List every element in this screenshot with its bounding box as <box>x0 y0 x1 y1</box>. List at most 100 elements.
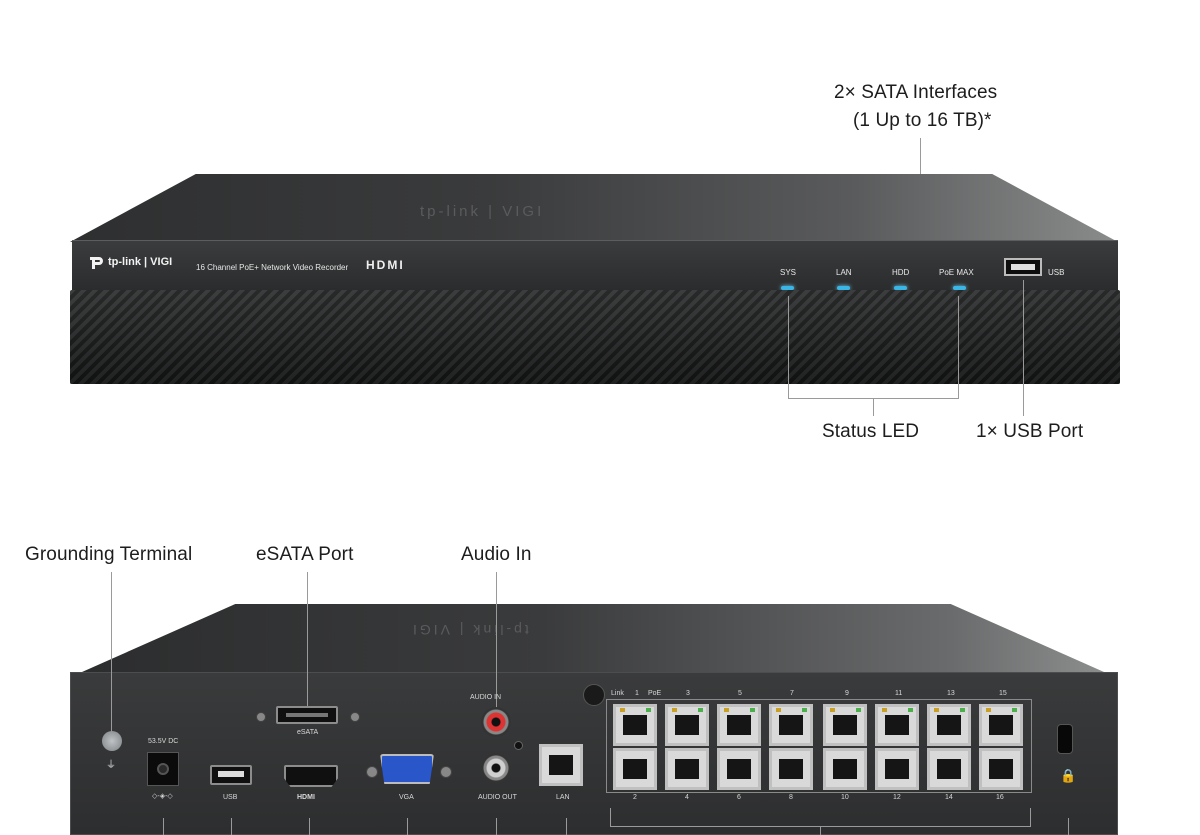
port-led-link-9 <box>830 708 835 712</box>
power-label: 53.5V DC <box>148 738 179 745</box>
audio-in-callout: Audio In <box>461 544 532 565</box>
esata-label: eSATA <box>297 729 319 736</box>
status-led-bracket-right <box>958 296 959 398</box>
port-led-poe-13 <box>960 708 965 712</box>
port-led-poe-7 <box>802 708 807 712</box>
status-led-callout: Status LED <box>822 421 920 442</box>
port-header-11: 11 <box>895 690 903 697</box>
port-led-link-13 <box>934 708 939 712</box>
lock-icon: 🔒 <box>1060 768 1077 783</box>
front-model-text: 16 Channel PoE+ Network Video Recorder <box>196 263 349 272</box>
audio-led <box>514 741 523 750</box>
front-hdmi-logo: HDMI <box>366 258 405 272</box>
rear-hdmi-port[interactable] <box>284 765 338 787</box>
usb-port-callout: 1× USB Port <box>976 421 1084 442</box>
port-led-poe-15 <box>1012 708 1017 712</box>
front-top-cover <box>70 174 1118 242</box>
grounding-leader <box>111 572 112 732</box>
power-dc-jack[interactable] <box>147 752 179 786</box>
grounding-screw-icon[interactable] <box>102 731 122 751</box>
port-led-poe-5 <box>750 708 755 712</box>
rear-top-logo: tp-link | VIGI <box>410 622 529 638</box>
lan-leader <box>566 818 567 835</box>
audio-out-label: AUDIO OUT <box>478 794 517 801</box>
led-label-hdd: HDD <box>892 268 910 277</box>
poe-bracket-left <box>610 808 611 826</box>
port-header-9: 9 <box>845 690 849 697</box>
rear-lan-port[interactable] <box>539 744 583 786</box>
ground-symbol-icon: ⏚ <box>106 760 116 771</box>
lock-leader <box>1068 818 1069 835</box>
port-header-3: 3 <box>686 690 690 697</box>
port-footer-10: 10 <box>841 794 849 801</box>
audio-in-jack[interactable] <box>481 707 511 737</box>
poe-bracket-right <box>1030 808 1031 826</box>
vga-screw-left <box>366 766 378 778</box>
rear-usb-port[interactable] <box>210 765 252 785</box>
sata-callout-line1: 2× SATA Interfaces <box>834 82 998 103</box>
port-block-screw <box>583 684 605 706</box>
led-label-poe-max: PoE MAX <box>939 268 974 277</box>
front-usb-label: USB <box>1048 268 1065 277</box>
rear-usb-label: USB <box>223 794 238 801</box>
front-grille-shade <box>70 290 1120 384</box>
audio-in-label: AUDIO IN <box>470 694 502 701</box>
sata-callout-line2: (1 Up to 16 TB)* <box>853 110 992 131</box>
poe-port-2[interactable] <box>613 748 657 790</box>
front-usb-port[interactable] <box>1004 258 1042 276</box>
esata-screw-right <box>350 712 360 722</box>
audio-out-leader <box>496 818 497 835</box>
poe-port-6[interactable] <box>717 748 761 790</box>
polarity-icon: ◇-◈-◇ <box>152 793 173 800</box>
port-footer-6: 6 <box>737 794 741 801</box>
led-label-lan: LAN <box>836 268 852 277</box>
poe-port-14[interactable] <box>927 748 971 790</box>
port-header-13: 13 <box>947 690 955 697</box>
port-header-7: 7 <box>790 690 794 697</box>
port-header-link: Link <box>611 690 624 697</box>
port-led-link-3 <box>672 708 677 712</box>
poe-port-12[interactable] <box>875 748 919 790</box>
esata-screw-left <box>256 712 266 722</box>
rear-top-cover <box>82 604 1104 672</box>
port-footer-4: 4 <box>685 794 689 801</box>
vga-port[interactable] <box>380 754 434 784</box>
kensington-lock-slot[interactable] <box>1057 724 1073 754</box>
esata-leader <box>307 572 308 706</box>
audio-out-jack[interactable] <box>481 753 511 783</box>
poe-port-16[interactable] <box>979 748 1023 790</box>
port-footer-16: 16 <box>996 794 1004 801</box>
usb-leader <box>231 818 232 835</box>
port-footer-8: 8 <box>789 794 793 801</box>
port-led-link-7 <box>776 708 781 712</box>
esata-port[interactable] <box>276 706 338 724</box>
front-brand-logo: tp-link | VIGI <box>108 256 173 268</box>
vga-label: VGA <box>399 794 414 801</box>
poe-bracket-leader <box>820 826 821 835</box>
status-led-bracket-left <box>788 296 789 398</box>
port-led-poe-9 <box>856 708 861 712</box>
port-led-link-11 <box>882 708 887 712</box>
port-footer-12: 12 <box>893 794 901 801</box>
poe-port-10[interactable] <box>823 748 867 790</box>
grounding-terminal-callout: Grounding Terminal <box>25 544 193 565</box>
port-header-1: 1 <box>635 690 639 697</box>
poe-port-8[interactable] <box>769 748 813 790</box>
port-led-poe-11 <box>908 708 913 712</box>
usb-port-leader <box>1023 280 1024 416</box>
port-led-poe-1 <box>646 708 651 712</box>
audio-in-leader <box>496 572 497 712</box>
vga-screw-right <box>440 766 452 778</box>
port-led-link-1 <box>620 708 625 712</box>
port-header-poe: PoE <box>648 690 662 697</box>
front-top-logo: tp-link | VIGI <box>420 203 545 220</box>
port-header-5: 5 <box>738 690 742 697</box>
status-led-leader <box>873 398 874 416</box>
port-led-poe-3 <box>698 708 703 712</box>
poe-port-4[interactable] <box>665 748 709 790</box>
led-label-sys: SYS <box>780 268 797 277</box>
port-footer-14: 14 <box>945 794 953 801</box>
port-led-link-5 <box>724 708 729 712</box>
esata-port-callout: eSATA Port <box>256 544 354 565</box>
tp-link-logo-icon <box>88 254 104 270</box>
